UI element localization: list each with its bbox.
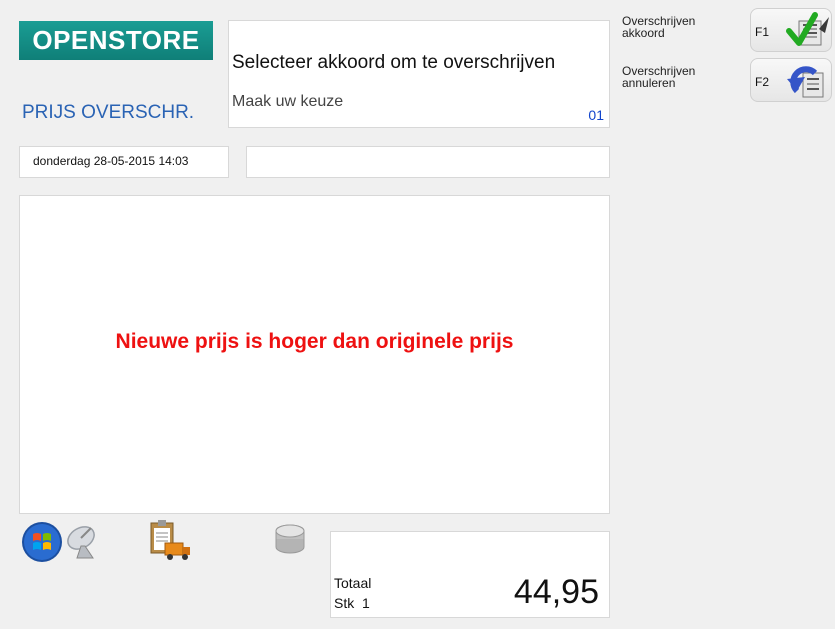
- function-label-f1: Overschrijven akkoord: [622, 15, 737, 39]
- datetime-display: donderdag 28-05-2015 14:03: [19, 146, 229, 178]
- total-label: Totaal: [334, 575, 372, 591]
- prompt-main-text: Selecteer akkoord om te overschrijven: [232, 52, 556, 73]
- status-field: [246, 146, 610, 178]
- stk-value: 1: [362, 595, 370, 611]
- totals-panel: Totaal Stk 1 44,95: [330, 531, 610, 618]
- f1-key-label: F1: [755, 25, 770, 39]
- stk-line: Stk 1: [334, 595, 370, 611]
- undo-icon: [787, 66, 824, 98]
- stk-label: Stk: [334, 595, 355, 611]
- check-icon: [786, 12, 829, 46]
- total-amount: 44,95: [513, 573, 599, 611]
- function-label-f1-line2: akkoord: [622, 26, 665, 40]
- database-icon[interactable]: [272, 523, 308, 559]
- f2-button[interactable]: F2: [750, 58, 832, 102]
- prompt-panel: Selecteer akkoord om te overschrijven Ma…: [228, 20, 610, 128]
- f2-key-label: F2: [755, 75, 770, 89]
- clipboard-truck-icon[interactable]: [147, 519, 191, 563]
- prompt-code: 01: [588, 107, 604, 123]
- windows-icon[interactable]: [20, 520, 64, 564]
- function-label-f2-line2: annuleren: [622, 76, 676, 90]
- mode-title: PRIJS OVERSCHR.: [22, 102, 195, 123]
- satellite-dish-icon[interactable]: [63, 522, 103, 562]
- error-message: Nieuwe prijs is hoger dan originele prij…: [115, 330, 514, 353]
- prompt-sub-text: Maak uw keuze: [232, 93, 344, 110]
- brand-logo: OPENSTORE: [19, 21, 213, 60]
- function-label-f2: Overschrijven annuleren: [622, 65, 737, 89]
- message-panel: Nieuwe prijs is hoger dan originele prij…: [19, 195, 610, 514]
- f1-button[interactable]: F1: [750, 8, 832, 52]
